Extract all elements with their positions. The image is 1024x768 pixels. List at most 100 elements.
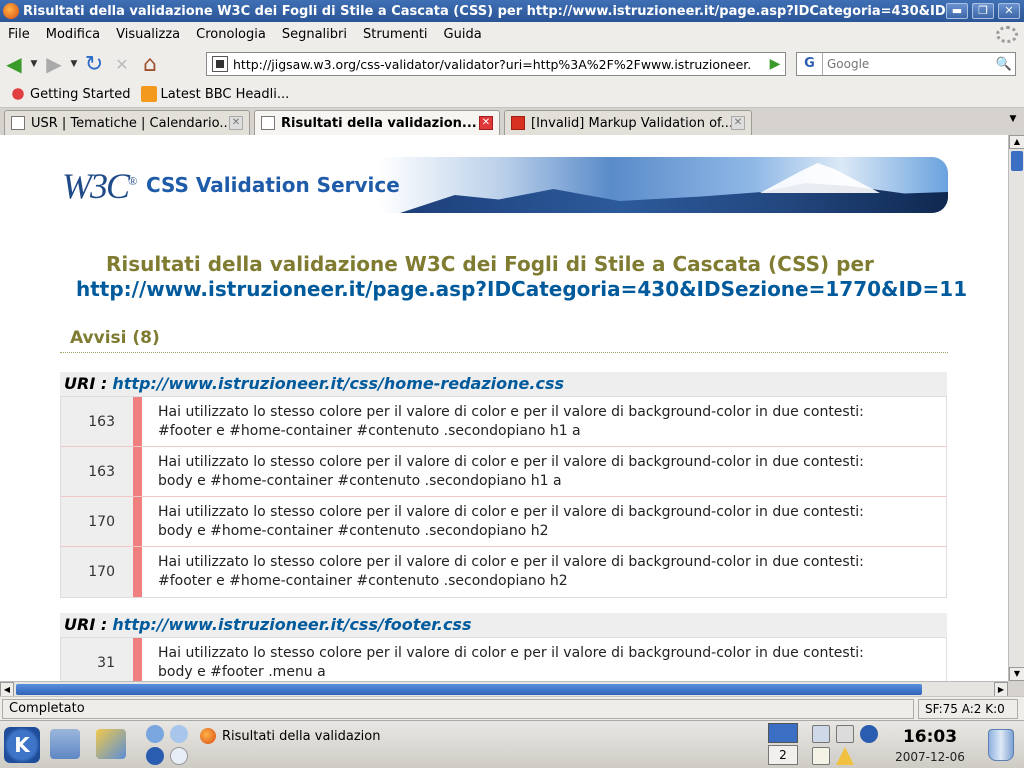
clock[interactable]: 16:03 2007-12-06	[890, 725, 970, 765]
uri-label: URI :	[64, 374, 108, 393]
url-bar[interactable]: http://jigsaw.w3.org/css-validator/valid…	[206, 52, 786, 76]
desktop-icon[interactable]	[50, 729, 80, 759]
menu-file[interactable]: File	[0, 27, 38, 42]
results-heading: Risultati della validazione W3C dei Fogl…	[106, 252, 874, 276]
tab-close-icon[interactable]: ✕	[229, 116, 243, 130]
minimize-button[interactable]: ▬	[946, 3, 968, 19]
kde-menu-button[interactable]: K	[4, 727, 40, 763]
window-title: Risultati della validazione W3C dei Fogl…	[23, 3, 946, 19]
bookmark-bbc-headlines[interactable]: Latest BBC Headli...	[140, 86, 290, 102]
tab-label: USR | Tematiche | Calendario...	[31, 115, 229, 131]
network-icon[interactable]	[146, 725, 164, 743]
page-icon	[11, 116, 25, 130]
warning-message: Hai utilizzato lo stesso colore per il v…	[158, 645, 864, 680]
menu-guida[interactable]: Guida	[436, 27, 490, 42]
browser-icon[interactable]	[146, 747, 164, 765]
desktop-2[interactable]: 2	[768, 745, 798, 765]
search-engine-google-icon[interactable]: G	[797, 53, 823, 75]
line-number: 170	[61, 547, 121, 597]
line-number: 163	[61, 447, 121, 496]
w3c-banner: W3C® CSS Validation Service	[60, 157, 948, 213]
desktop-pager[interactable]: 2	[768, 723, 798, 767]
search-icon[interactable]: 🔍	[993, 57, 1015, 72]
url-text[interactable]: http://jigsaw.w3.org/css-validator/valid…	[233, 57, 753, 72]
horizontal-scrollbar[interactable]: ◀ ▶	[0, 681, 1008, 697]
navigation-toolbar: ◀ ▼ ▶ ▼ ↻ ✕ ⌂ http://jigsaw.w3.org/css-v…	[0, 47, 1024, 81]
line-number: 31	[61, 638, 121, 681]
search-input[interactable]	[827, 54, 993, 74]
w3c-logo[interactable]: W3C®	[62, 165, 137, 207]
mail-icon[interactable]	[170, 747, 188, 765]
tab-close-icon[interactable]: ✕	[479, 116, 493, 130]
table-row: 170 Hai utilizzato lo stesso colore per …	[61, 547, 946, 597]
list-all-tabs-icon[interactable]: ▼	[1005, 114, 1021, 130]
warnings-heading: Avvisi (8)	[70, 328, 160, 348]
warning-message: Hai utilizzato lo stesso colore per il v…	[158, 504, 864, 539]
tab-close-icon[interactable]: ✕	[731, 116, 745, 130]
menu-segnalibri[interactable]: Segnalibri	[274, 27, 355, 42]
back-button[interactable]: ◀	[0, 50, 28, 78]
table-row: 170 Hai utilizzato lo stesso colore per …	[61, 497, 946, 547]
clock-date: 2007-12-06	[895, 750, 965, 764]
vertical-scroll-thumb[interactable]	[1011, 151, 1023, 171]
search-bar: G 🔍	[796, 52, 1016, 76]
rss-feed-icon	[140, 86, 157, 102]
warning-message: Hai utilizzato lo stesso colore per il v…	[158, 404, 864, 439]
update-icon[interactable]	[860, 725, 878, 743]
warning-marker	[133, 638, 142, 681]
page-content: W3C® CSS Validation Service Risultati de…	[0, 135, 1008, 681]
desktop-1[interactable]	[768, 723, 798, 743]
uri-header: URI : http://www.istruzioneer.it/css/hom…	[60, 372, 947, 396]
status-text: Completato	[2, 699, 914, 719]
bookmark-getting-started[interactable]: Getting Started	[10, 86, 131, 102]
uri-link[interactable]: http://www.istruzioneer.it/css/footer.cs…	[112, 615, 471, 634]
bookmark-label: Latest BBC Headli...	[160, 86, 290, 102]
page-icon	[261, 116, 275, 130]
tab-risultati-validazione[interactable]: Risultati della validazion... ✕	[254, 110, 500, 135]
results-heading-url[interactable]: http://www.istruzioneer.it/page.asp?IDCa…	[76, 277, 1008, 301]
konqueror-icon[interactable]	[96, 729, 126, 759]
warning-icon[interactable]	[836, 747, 854, 765]
menu-visualizza[interactable]: Visualizza	[108, 27, 188, 42]
volume-icon[interactable]	[812, 725, 830, 743]
maximize-button[interactable]: ❐	[972, 3, 994, 19]
status-panel-sf: SF:75 A:2 K:0	[918, 699, 1018, 719]
help-icon[interactable]	[170, 725, 188, 743]
go-button[interactable]: ▶	[764, 53, 786, 75]
home-button[interactable]: ⌂	[136, 50, 164, 78]
trash-icon[interactable]	[988, 729, 1014, 761]
menu-strumenti[interactable]: Strumenti	[355, 27, 436, 42]
vertical-scrollbar[interactable]: ▲ ▼	[1008, 135, 1024, 681]
scroll-left-icon[interactable]: ◀	[0, 682, 14, 697]
warning-message: Hai utilizzato lo stesso colore per il v…	[158, 454, 864, 489]
scroll-corner	[1008, 681, 1024, 696]
scroll-down-icon[interactable]: ▼	[1009, 667, 1024, 681]
scroll-up-icon[interactable]: ▲	[1009, 135, 1024, 149]
connection-icon[interactable]	[836, 725, 854, 743]
horizontal-scroll-thumb[interactable]	[16, 684, 922, 695]
klipper-icon[interactable]	[812, 747, 830, 765]
warning-marker	[133, 497, 142, 546]
menu-modifica[interactable]: Modifica	[38, 27, 108, 42]
banner-snow-peak	[760, 163, 880, 193]
stop-button[interactable]: ✕	[108, 50, 136, 78]
back-history-dropdown[interactable]: ▼	[28, 59, 40, 69]
line-number: 170	[61, 497, 121, 546]
forward-history-dropdown[interactable]: ▼	[68, 59, 80, 69]
uri-link[interactable]: http://www.istruzioneer.it/css/home-reda…	[112, 374, 564, 393]
tab-usr-tematiche[interactable]: USR | Tematiche | Calendario... ✕	[4, 110, 250, 135]
warnings-table: 163 Hai utilizzato lo stesso colore per …	[60, 396, 947, 598]
uri-header: URI : http://www.istruzioneer.it/css/foo…	[60, 613, 947, 637]
tab-label: [Invalid] Markup Validation of...	[531, 115, 731, 131]
warning-marker	[133, 397, 142, 446]
taskbar-window-firefox[interactable]: Risultati della validazion	[200, 725, 380, 747]
clock-time: 16:03	[902, 727, 958, 747]
close-window-button[interactable]: ✕	[998, 3, 1020, 19]
menu-cronologia[interactable]: Cronologia	[188, 27, 274, 42]
menu-bar: File Modifica Visualizza Cronologia Segn…	[0, 22, 1024, 47]
reload-button[interactable]: ↻	[80, 50, 108, 78]
tab-markup-validation[interactable]: [Invalid] Markup Validation of... ✕	[504, 110, 752, 135]
forward-button[interactable]: ▶	[40, 50, 68, 78]
scroll-right-icon[interactable]: ▶	[994, 682, 1008, 697]
table-row: 163 Hai utilizzato lo stesso colore per …	[61, 397, 946, 447]
